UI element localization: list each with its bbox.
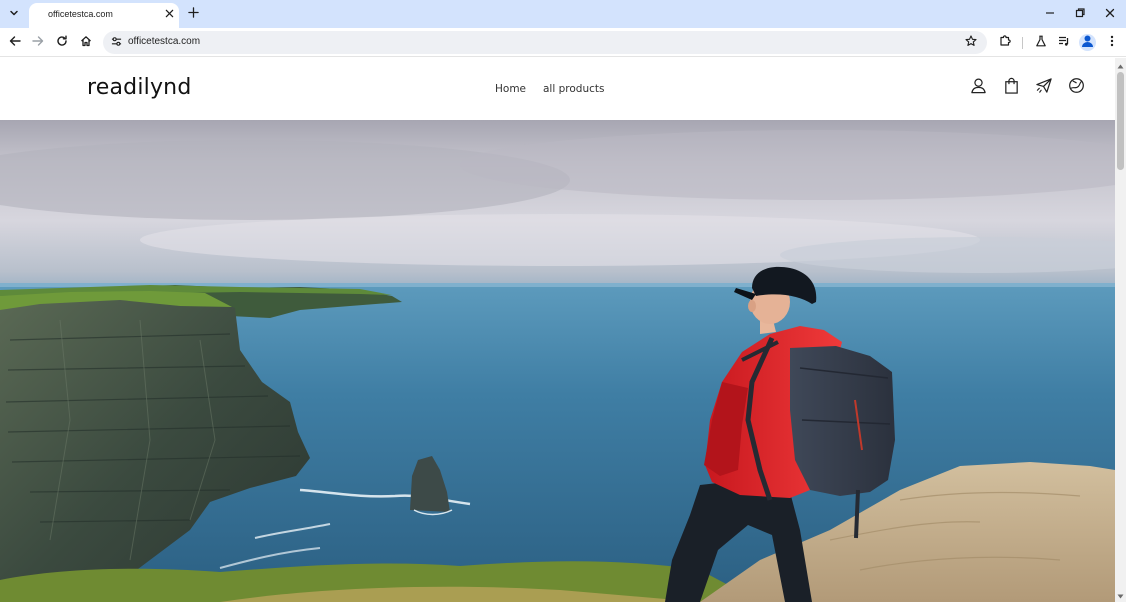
minimize-button[interactable] xyxy=(1037,4,1063,24)
home-button[interactable] xyxy=(75,32,97,54)
extensions-button[interactable] xyxy=(994,32,1016,54)
language-button[interactable] xyxy=(1065,77,1087,99)
bookmark-button[interactable] xyxy=(963,35,979,51)
plus-icon xyxy=(187,5,199,23)
tune-icon xyxy=(111,34,122,52)
restore-button[interactable] xyxy=(1067,4,1093,24)
profile-button[interactable] xyxy=(1079,34,1096,51)
star-icon xyxy=(965,34,977,52)
share-button[interactable] xyxy=(1033,77,1055,99)
hero-banner-image xyxy=(0,120,1115,602)
url-text[interactable]: officetestca.com xyxy=(128,36,200,47)
browser-toolbar: officetestca.com xyxy=(0,28,1126,57)
nav-link-all-products[interactable]: all products xyxy=(543,83,604,95)
site-header: readilynd Home all products xyxy=(0,58,1115,120)
home-icon xyxy=(80,34,92,52)
address-bar[interactable]: officetestca.com xyxy=(103,31,987,54)
hiker-on-cliffs-photo xyxy=(0,120,1115,602)
site-logo[interactable]: readilynd xyxy=(87,75,192,100)
scroll-up-button[interactable] xyxy=(1115,60,1126,70)
tab-close-button[interactable] xyxy=(162,7,176,21)
account-button[interactable] xyxy=(967,77,989,99)
window-close-button[interactable] xyxy=(1097,4,1123,24)
labs-button[interactable] xyxy=(1030,32,1052,54)
scrollbar-thumb[interactable] xyxy=(1117,72,1124,170)
flask-icon xyxy=(1035,34,1047,52)
browser-tab-strip: officetestca.com xyxy=(0,0,1126,28)
active-tab[interactable]: officetestca.com xyxy=(29,3,179,28)
back-arrow-icon xyxy=(9,34,21,52)
minimize-icon xyxy=(1045,5,1055,23)
forward-arrow-icon xyxy=(32,34,44,52)
person-icon xyxy=(1079,34,1096,51)
chevron-down-icon xyxy=(9,5,19,23)
new-tab-button[interactable] xyxy=(184,5,202,23)
cart-button[interactable] xyxy=(1000,77,1022,99)
triangle-down-icon xyxy=(1117,586,1124,602)
toolbar-divider xyxy=(1022,37,1023,49)
nav-link-home[interactable]: Home xyxy=(495,83,526,95)
site-info-button[interactable] xyxy=(109,36,123,50)
page-viewport: readilynd Home all products xyxy=(0,58,1115,602)
scroll-down-button[interactable] xyxy=(1115,590,1126,600)
puzzle-icon xyxy=(999,34,1012,52)
playlist-icon xyxy=(1058,34,1070,52)
reload-icon xyxy=(56,34,68,52)
account-icon xyxy=(970,77,987,99)
paper-plane-icon xyxy=(1035,77,1053,99)
page-scrollbar[interactable] xyxy=(1115,58,1126,602)
reload-button[interactable] xyxy=(51,32,73,54)
cart-icon xyxy=(1003,77,1020,99)
tab-title: officetestca.com xyxy=(48,9,113,19)
tab-search-button[interactable] xyxy=(4,4,24,24)
forward-button[interactable] xyxy=(27,32,49,54)
restore-icon xyxy=(1075,5,1085,23)
browser-menu-button[interactable] xyxy=(1101,32,1123,54)
back-button[interactable] xyxy=(4,32,26,54)
close-icon xyxy=(1105,5,1115,23)
kebab-menu-icon xyxy=(1110,34,1114,52)
close-icon xyxy=(165,5,174,23)
globe-icon xyxy=(1068,77,1085,99)
media-controls-button[interactable] xyxy=(1053,32,1075,54)
